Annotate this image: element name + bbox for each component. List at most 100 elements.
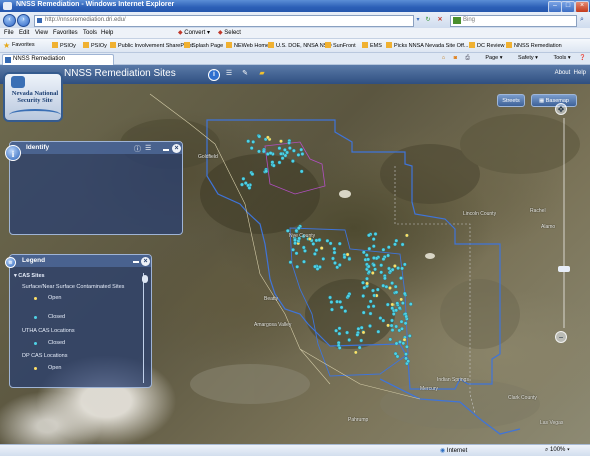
site-marker[interactable] [302, 259, 306, 264]
tools-icon[interactable]: ✎ [240, 69, 250, 79]
site-marker[interactable] [337, 241, 342, 246]
folder-icon[interactable]: ▰ [257, 69, 267, 79]
menu-edit[interactable]: Edit [19, 30, 29, 36]
site-marker[interactable] [390, 302, 395, 307]
site-marker[interactable] [405, 233, 409, 238]
site-marker[interactable] [261, 149, 266, 154]
site-marker[interactable] [268, 151, 273, 155]
site-marker[interactable] [366, 264, 371, 269]
site-marker[interactable] [335, 299, 339, 304]
site-marker[interactable] [296, 226, 301, 230]
site-marker[interactable] [396, 266, 400, 270]
site-marker[interactable] [280, 156, 285, 161]
site-marker[interactable] [408, 302, 413, 306]
site-marker[interactable] [240, 182, 244, 187]
site-marker[interactable] [249, 146, 254, 150]
site-marker[interactable] [404, 314, 409, 319]
site-marker[interactable] [347, 257, 352, 261]
site-marker[interactable] [330, 307, 334, 312]
fav-item[interactable]: NEWeb Home [226, 42, 269, 49]
site-marker[interactable] [383, 276, 387, 281]
site-marker[interactable] [379, 270, 384, 275]
site-marker[interactable] [346, 294, 351, 298]
site-marker[interactable] [347, 338, 352, 342]
tools-menu[interactable]: Tools ▾ [546, 55, 570, 61]
site-marker[interactable] [287, 141, 291, 145]
site-marker[interactable] [338, 300, 343, 304]
site-marker[interactable] [337, 346, 342, 350]
site-marker[interactable] [399, 297, 404, 302]
site-marker[interactable] [376, 329, 381, 334]
site-marker[interactable] [277, 146, 282, 151]
address-bar[interactable]: http://nnssremediation.dri.edu/ [34, 15, 414, 27]
site-marker[interactable] [329, 300, 334, 304]
print-icon[interactable]: ⎙ [465, 55, 469, 61]
site-marker[interactable] [303, 249, 307, 253]
site-marker[interactable] [381, 283, 386, 288]
site-marker[interactable] [394, 341, 399, 346]
site-marker[interactable] [331, 256, 335, 261]
site-marker[interactable] [390, 318, 394, 323]
site-marker[interactable] [300, 152, 305, 156]
site-marker[interactable] [390, 267, 395, 272]
site-marker[interactable] [328, 295, 332, 300]
site-marker[interactable] [384, 284, 389, 289]
site-marker[interactable] [361, 294, 366, 298]
fav-item[interactable]: DC Review [469, 42, 505, 49]
fav-item[interactable]: NNSS Remediation [506, 42, 562, 49]
site-marker[interactable] [342, 255, 347, 260]
site-marker[interactable] [292, 148, 296, 153]
site-marker[interactable] [334, 328, 338, 333]
site-marker[interactable] [390, 306, 395, 311]
site-marker[interactable] [401, 341, 406, 346]
site-marker[interactable] [250, 172, 255, 176]
home-icon[interactable]: ⌂ [442, 55, 445, 61]
fav-item[interactable]: Splash Page [184, 42, 223, 49]
fav-item[interactable]: U.S. DOE, NNSA NSO [268, 42, 332, 49]
site-marker[interactable] [406, 359, 411, 364]
site-marker[interactable] [288, 146, 292, 150]
site-marker[interactable] [279, 139, 283, 144]
site-marker[interactable] [400, 242, 405, 247]
site-marker[interactable] [366, 304, 371, 309]
site-marker[interactable] [365, 281, 369, 286]
site-marker[interactable] [301, 245, 306, 250]
menu-help[interactable]: Help [101, 30, 113, 36]
site-marker[interactable] [328, 241, 333, 246]
streets-button[interactable]: Streets [497, 94, 525, 107]
site-marker[interactable] [404, 356, 408, 361]
site-marker[interactable] [319, 246, 324, 250]
site-marker[interactable] [311, 242, 316, 246]
site-marker[interactable] [294, 251, 299, 256]
zoom-slider[interactable] [558, 118, 570, 328]
site-marker[interactable] [359, 338, 364, 343]
site-marker[interactable] [388, 337, 393, 342]
site-marker[interactable] [386, 323, 390, 328]
help-icon[interactable]: ❓ [579, 55, 586, 61]
stop-icon[interactable]: ✕ [436, 16, 444, 24]
site-marker[interactable] [333, 261, 337, 265]
site-marker[interactable] [378, 316, 383, 320]
site-marker[interactable] [241, 176, 246, 181]
site-marker[interactable] [394, 290, 399, 295]
page-menu[interactable]: Page ▾ [478, 55, 502, 61]
site-marker[interactable] [394, 308, 399, 313]
fav-item[interactable]: EMS [362, 42, 382, 49]
site-marker[interactable] [371, 288, 375, 293]
feeds-icon[interactable]: ◙ [454, 55, 457, 61]
site-marker[interactable] [343, 309, 348, 313]
favorites-button[interactable]: Favorites [12, 42, 35, 48]
site-marker[interactable] [401, 301, 405, 305]
site-marker[interactable] [372, 256, 376, 260]
search-box[interactable]: Bing [450, 15, 577, 27]
site-marker[interactable] [405, 344, 409, 349]
site-marker[interactable] [293, 241, 297, 246]
site-marker[interactable] [313, 264, 317, 269]
site-marker[interactable] [353, 350, 358, 355]
site-marker[interactable] [397, 328, 402, 333]
site-marker[interactable] [397, 306, 402, 310]
site-marker[interactable] [367, 246, 372, 251]
site-marker[interactable] [313, 252, 317, 256]
site-marker[interactable] [296, 153, 301, 157]
site-marker[interactable] [368, 311, 373, 316]
